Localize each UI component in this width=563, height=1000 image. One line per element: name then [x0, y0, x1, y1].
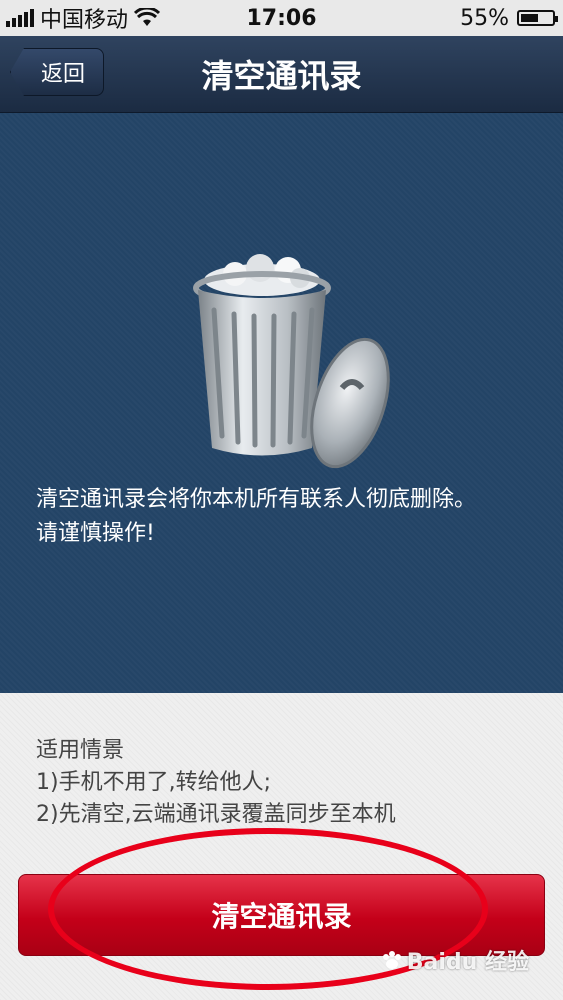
- watermark: Baidu 经验: [381, 944, 529, 976]
- scenario-item-2: 2)先清空,云端通讯录覆盖同步至本机: [36, 802, 396, 827]
- signal-icon: [6, 9, 34, 27]
- status-bar: 中国移动 17:06 55%: [0, 0, 563, 36]
- scenario-item-1: 1)手机不用了,转给他人;: [36, 770, 271, 795]
- wifi-icon: [134, 8, 161, 26]
- info-section: 适用情景 1)手机不用了,转给他人; 2)先清空,云端通讯录覆盖同步至本机 清空…: [0, 693, 563, 1000]
- trash-can-icon: [193, 254, 390, 469]
- battery-icon: [517, 10, 558, 26]
- status-right: 55%: [460, 6, 563, 31]
- warning-text: 清空通讯录会将你本机所有联系人彻底删除。 请谨慎操作!: [36, 483, 536, 551]
- battery-percent: 55%: [460, 5, 509, 31]
- status-left: 中国移动: [0, 2, 161, 34]
- scenario-heading: 适用情景: [36, 738, 125, 763]
- carrier-label: 中国移动: [40, 8, 129, 33]
- page-title: 清空通讯录: [201, 57, 362, 95]
- hero-panel: 清空通讯录会将你本机所有联系人彻底删除。 请谨慎操作!: [0, 113, 563, 693]
- warning-line-1: 清空通讯录会将你本机所有联系人彻底删除。: [36, 487, 477, 512]
- watermark-text: Baidu 经验: [406, 950, 529, 975]
- nav-bar: 返回 清空通讯录: [0, 36, 563, 113]
- battery-level: [521, 14, 538, 22]
- warning-line-2: 请谨慎操作!: [36, 521, 155, 546]
- paw-icon: [382, 951, 401, 969]
- usage-scenarios: 适用情景 1)手机不用了,转给他人; 2)先清空,云端通讯录覆盖同步至本机: [36, 735, 396, 831]
